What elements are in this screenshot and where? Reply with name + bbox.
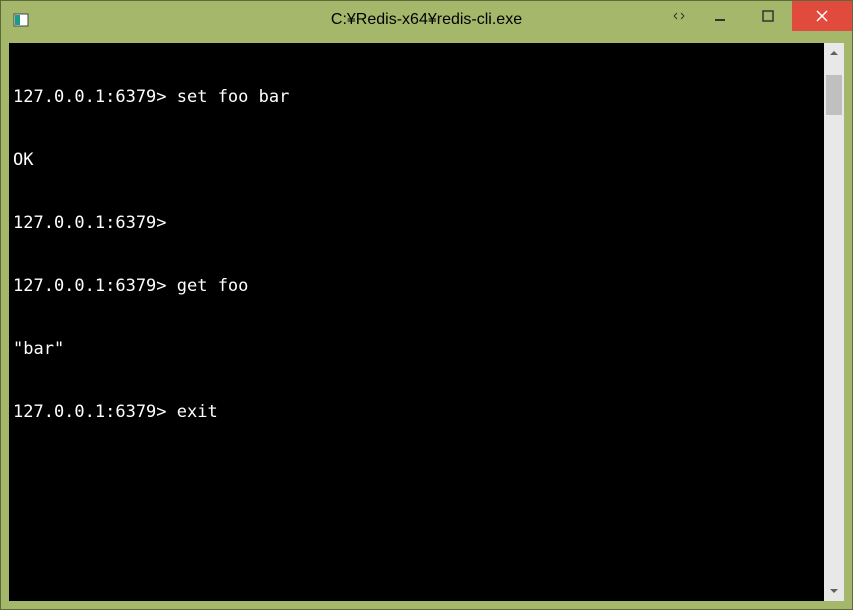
app-icon — [13, 12, 29, 28]
console-window: C:¥Redis-x64¥redis-cli.exe — [0, 0, 853, 610]
terminal-line: 127.0.0.1:6379> get foo — [13, 276, 820, 297]
scroll-track[interactable] — [824, 63, 844, 581]
minimize-button[interactable] — [696, 1, 744, 31]
terminal-line: 127.0.0.1:6379> set foo bar — [13, 87, 820, 108]
scrollbar[interactable] — [824, 43, 844, 601]
terminal-output[interactable]: 127.0.0.1:6379> set foo bar OK 127.0.0.1… — [9, 43, 824, 601]
terminal-line: 127.0.0.1:6379> exit — [13, 402, 820, 423]
maximize-button[interactable] — [744, 1, 792, 31]
terminal-line: "bar" — [13, 339, 820, 360]
scroll-up-button[interactable] — [824, 43, 844, 63]
titlebar[interactable]: C:¥Redis-x64¥redis-cli.exe — [1, 1, 852, 39]
scroll-down-button[interactable] — [824, 581, 844, 601]
terminal-container: 127.0.0.1:6379> set foo bar OK 127.0.0.1… — [9, 43, 844, 601]
scroll-thumb[interactable] — [826, 75, 842, 115]
terminal-line: OK — [13, 150, 820, 171]
terminal-line: 127.0.0.1:6379> — [13, 213, 820, 234]
resize-indicator-icon — [661, 1, 696, 31]
close-button[interactable] — [792, 1, 852, 31]
window-controls — [661, 1, 852, 31]
